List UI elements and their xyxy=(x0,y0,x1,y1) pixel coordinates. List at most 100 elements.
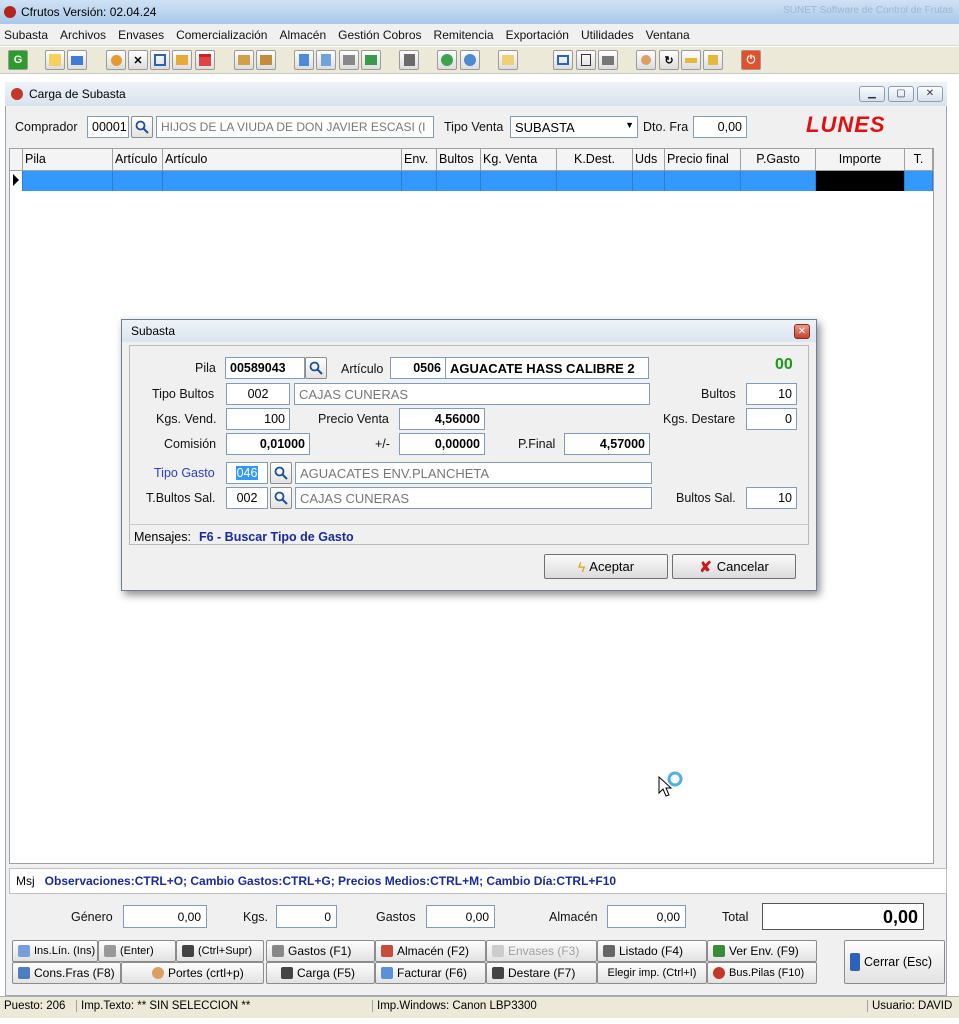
truck-icon[interactable] xyxy=(67,50,87,70)
ins-lin-button[interactable]: Ins.Lín. (Ins) xyxy=(12,940,98,962)
search-icon[interactable] xyxy=(305,357,327,379)
col-articulo-name[interactable]: Artículo xyxy=(163,149,402,170)
key-icon[interactable] xyxy=(681,50,701,70)
col-pila[interactable]: Pila xyxy=(23,149,113,170)
menu-ventana[interactable]: Ventana xyxy=(646,28,690,42)
tipo-gasto-code-field[interactable]: 046 xyxy=(226,462,268,484)
search-icon[interactable] xyxy=(270,487,292,509)
carga-button[interactable]: Carga (F5) xyxy=(266,962,375,984)
minimize-button[interactable]: ▁ xyxy=(859,86,885,102)
table-row[interactable] xyxy=(10,171,933,191)
cell[interactable] xyxy=(741,171,816,191)
cerrar-button[interactable]: Cerrar (Esc) xyxy=(844,940,945,984)
cell-importe[interactable] xyxy=(816,171,905,191)
cell[interactable] xyxy=(113,171,163,191)
col-p-gasto[interactable]: P.Gasto xyxy=(741,149,816,170)
comprador-code-field[interactable]: 00001 xyxy=(87,116,129,138)
menu-almacen[interactable]: Almacén xyxy=(279,28,326,42)
articulo-code-field[interactable]: 0506 xyxy=(390,357,446,379)
folder-icon[interactable] xyxy=(172,50,192,70)
bus-pilas-button[interactable]: Bus.Pilas (F10) xyxy=(707,962,817,984)
close-icon[interactable]: ✕ xyxy=(794,324,810,339)
comision-field[interactable]: 0,01000 xyxy=(226,433,310,455)
cancelar-button[interactable]: ✘ Cancelar xyxy=(672,554,796,579)
calculator-icon[interactable] xyxy=(399,50,419,70)
menu-comercializacion[interactable]: Comercialización xyxy=(176,28,267,42)
col-precio-final[interactable]: Precio final xyxy=(665,149,741,170)
ver-env-button[interactable]: Ver Env. (F9) xyxy=(707,940,817,962)
menu-remitencia[interactable]: Remitencia xyxy=(434,28,494,42)
close-button[interactable]: ✕ xyxy=(917,86,943,102)
plusminus-field[interactable]: 0,00000 xyxy=(399,433,485,455)
tbultos-sal-code-field[interactable]: 002 xyxy=(226,487,268,509)
portes-button[interactable]: Portes (crtl+p) xyxy=(121,962,264,984)
bultos-field[interactable]: 10 xyxy=(746,383,797,405)
dto-fra-field[interactable]: 0,00 xyxy=(693,116,747,138)
cell[interactable] xyxy=(437,171,481,191)
menu-subasta[interactable]: Subasta xyxy=(4,28,48,42)
enter-button[interactable]: (Enter) xyxy=(98,940,176,962)
world-icon[interactable] xyxy=(460,50,480,70)
calendar-icon[interactable] xyxy=(195,50,215,70)
kgs-destare-field[interactable]: 0 xyxy=(746,408,797,430)
col-importe[interactable]: Importe xyxy=(816,149,905,170)
cell[interactable] xyxy=(557,171,633,191)
tipo-bultos-code-field[interactable]: 002 xyxy=(226,383,290,405)
cons-fras-button[interactable]: Cons.Fras (F8) xyxy=(12,962,121,984)
col-bultos[interactable]: Bultos xyxy=(437,149,481,170)
col-t[interactable]: T. xyxy=(905,149,933,170)
boxes-icon[interactable] xyxy=(256,50,276,70)
user-icon[interactable] xyxy=(636,50,656,70)
power-icon[interactable]: ⏻ xyxy=(741,50,761,70)
chart-icon[interactable] xyxy=(361,50,381,70)
kgs-vend-field[interactable]: 100 xyxy=(226,408,290,430)
facturar-button[interactable]: Facturar (F6) xyxy=(375,962,486,984)
col-kg-venta[interactable]: Kg. Venta xyxy=(481,149,557,170)
cell[interactable] xyxy=(905,171,933,191)
file-blue-icon[interactable] xyxy=(294,50,314,70)
chevron-down-icon[interactable]: ▼ xyxy=(625,120,634,130)
cell[interactable] xyxy=(23,171,113,191)
precio-venta-field[interactable]: 4,56000 xyxy=(399,408,485,430)
pila-field[interactable]: 00589043 xyxy=(225,357,305,379)
menu-envases[interactable]: Envases xyxy=(118,28,164,42)
lock-icon[interactable] xyxy=(703,50,723,70)
cell[interactable] xyxy=(402,171,437,191)
edit-icon[interactable] xyxy=(45,50,65,70)
refresh-icon[interactable]: G xyxy=(8,50,28,70)
elegir-imp-button[interactable]: Elegir imp. (Ctrl+I) xyxy=(597,962,707,984)
note-icon[interactable] xyxy=(498,50,518,70)
list-icon[interactable] xyxy=(576,50,596,70)
menu-archivos[interactable]: Archivos xyxy=(60,28,106,42)
cell[interactable] xyxy=(633,171,665,191)
bultos-sal-field[interactable]: 10 xyxy=(746,487,797,509)
box-icon[interactable] xyxy=(234,50,254,70)
col-uds[interactable]: Uds xyxy=(633,149,665,170)
maximize-button[interactable]: ▢ xyxy=(888,86,914,102)
printer-icon[interactable] xyxy=(598,50,618,70)
col-env[interactable]: Env. xyxy=(402,149,437,170)
window-icon[interactable] xyxy=(553,50,573,70)
grid-icon[interactable] xyxy=(150,50,170,70)
menu-exportacion[interactable]: Exportación xyxy=(506,28,569,42)
cell[interactable] xyxy=(665,171,741,191)
globe-icon[interactable] xyxy=(437,50,457,70)
aceptar-button[interactable]: ϟ Aceptar xyxy=(544,554,668,579)
tipo-venta-select[interactable]: SUBASTA ▼ xyxy=(510,116,638,138)
print-preview-icon[interactable] xyxy=(339,50,359,70)
search-icon[interactable] xyxy=(270,462,292,484)
listado-button[interactable]: Listado (F4) xyxy=(597,940,707,962)
file-pages-icon[interactable] xyxy=(316,50,336,70)
menu-utilidades[interactable]: Utilidades xyxy=(581,28,634,42)
destare-button[interactable]: Destare (F7) xyxy=(486,962,597,984)
gastos-button[interactable]: Gastos (F1) xyxy=(266,940,375,962)
document-x-icon[interactable]: ✕ xyxy=(128,50,148,70)
almacen-button[interactable]: Almacén (F2) xyxy=(375,940,486,962)
arrows-icon[interactable]: ↻ xyxy=(659,50,679,70)
search-icon[interactable] xyxy=(131,116,153,138)
menu-gestion-cobros[interactable]: Gestión Cobros xyxy=(338,28,421,42)
cell[interactable] xyxy=(481,171,557,191)
star-icon[interactable] xyxy=(106,50,126,70)
col-k-dest[interactable]: K.Dest. xyxy=(557,149,633,170)
col-articulo-code[interactable]: Artículo xyxy=(113,149,163,170)
